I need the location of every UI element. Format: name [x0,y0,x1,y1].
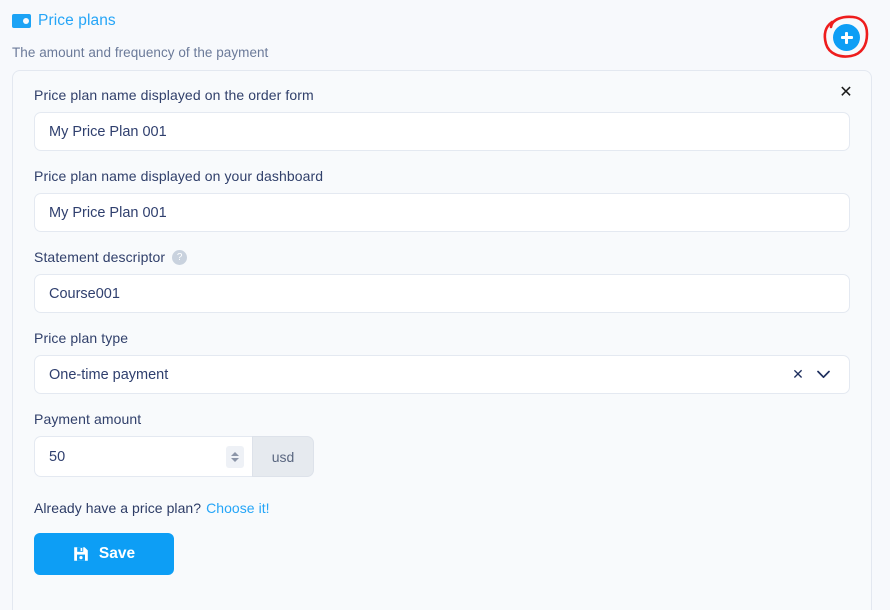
field-label: Price plan type [34,330,129,346]
page-title-row: Price plans [12,10,890,32]
add-price-plan-area [819,13,873,61]
dashboard-name-input[interactable] [34,193,850,232]
existing-plan-text: Already have a price plan? [34,500,202,516]
order-form-name-input[interactable] [34,112,850,151]
chevron-down-icon[interactable] [811,364,835,386]
help-icon[interactable]: ? [172,249,188,265]
save-floppy-icon [74,547,88,561]
wallet-icon [12,14,31,28]
price-plan-form-card: ✕ Price plan name displayed on the order… [12,70,872,610]
field-statement-descriptor: Statement descriptor ? [34,249,850,313]
statement-descriptor-input[interactable] [34,274,850,313]
currency-addon: usd [252,436,314,477]
field-price-plan-type: Price plan type One-time payment ✕ [34,330,850,394]
field-payment-amount: Payment amount usd [34,411,850,477]
existing-plan-row: Already have a price plan? Choose it! [34,500,850,516]
field-order-form-name: Price plan name displayed on the order f… [34,87,850,151]
add-price-plan-button[interactable] [833,24,860,51]
field-label: Statement descriptor ? [34,249,850,265]
payment-amount-row: usd [34,436,314,477]
save-button-label: Save [98,545,136,562]
payment-amount-input[interactable] [35,437,252,476]
page-title: Price plans [38,12,116,29]
field-label-text: Statement descriptor [34,249,166,265]
field-label: Price plan name displayed on the order f… [34,87,314,103]
field-label: Price plan name displayed on your dashbo… [34,168,324,184]
choose-existing-plan-link[interactable]: Choose it! [206,500,270,516]
price-plan-type-select[interactable]: One-time payment ✕ [34,355,850,394]
stepper-up-icon[interactable] [231,451,239,456]
page-subtitle: The amount and frequency of the payment [12,45,269,60]
field-dashboard-name: Price plan name displayed on your dashbo… [34,168,850,232]
close-icon[interactable]: ✕ [835,82,857,104]
stepper-down-icon[interactable] [231,457,239,462]
field-label: Payment amount [34,411,142,427]
page-header: Price plans The amount and frequency of … [0,0,890,60]
payment-amount-input-wrap [34,436,252,477]
price-plan-type-value: One-time payment [49,366,169,383]
clear-selection-icon[interactable]: ✕ [787,364,809,386]
save-button[interactable]: Save [34,533,174,575]
plus-icon [840,31,853,44]
number-stepper-icon[interactable] [226,445,244,468]
